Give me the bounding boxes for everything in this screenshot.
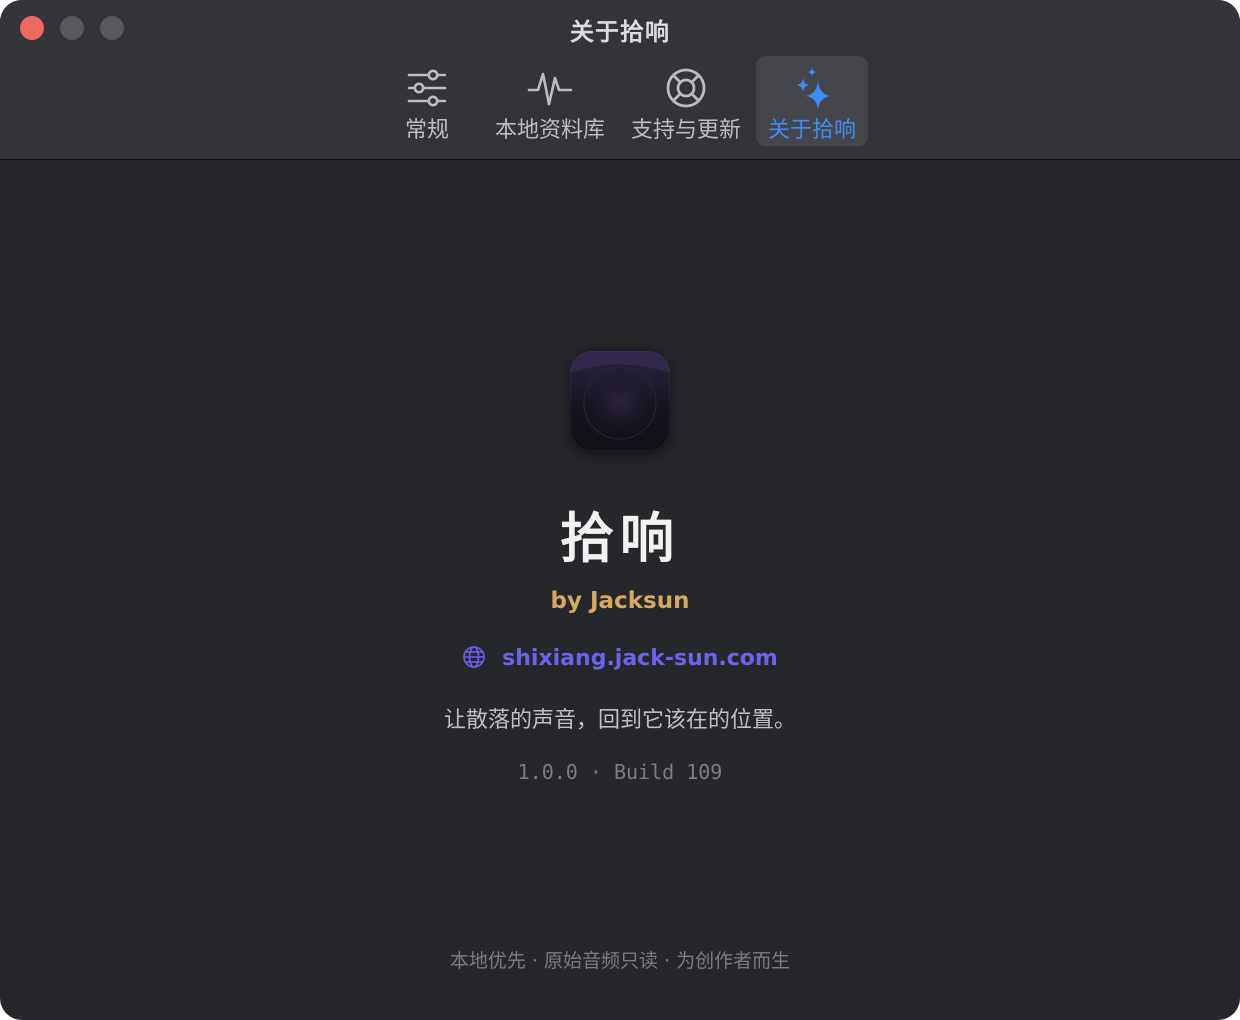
website-url[interactable]: shixiang.jack-sun.com <box>502 646 778 671</box>
tab-about[interactable]: 关于拾响 <box>756 56 868 146</box>
about-window: 关于拾响 常规 本地资料库 支持与更新 关于拾响 拾响 by Jacksun s… <box>0 0 1240 1020</box>
waveform-pulse-icon <box>527 72 573 106</box>
app-icon <box>570 351 670 451</box>
website-link[interactable]: shixiang.jack-sun.com <box>0 645 1240 671</box>
tab-support-updates-label: 支持与更新 <box>630 118 741 143</box>
app-tagline: 让散落的声音，回到它该在的位置。 <box>443 708 796 733</box>
author-byline: by Jacksun <box>550 588 690 614</box>
tab-about-label: 关于拾响 <box>767 118 856 143</box>
globe-icon <box>463 646 485 668</box>
window-titlebar: 关于拾响 常规 本地资料库 支持与更新 关于拾响 <box>0 0 1240 160</box>
lifebuoy-icon <box>666 68 706 108</box>
sparkles-icon <box>797 67 830 110</box>
app-name: 拾响 <box>560 507 680 570</box>
tab-general-label: 常规 <box>404 118 449 143</box>
footer-motto: 本地优先 · 原始音频只读 · 为创作者而生 <box>449 950 791 972</box>
app-waveform-logo-icon <box>570 351 670 440</box>
sliders-icon <box>407 69 447 107</box>
tab-local-library[interactable]: 本地资料库 <box>490 56 610 146</box>
tab-local-library-label: 本地资料库 <box>494 118 605 143</box>
tab-general[interactable]: 常规 <box>372 56 482 146</box>
tab-support-updates[interactable]: 支持与更新 <box>626 56 746 146</box>
window-title: 关于拾响 <box>570 18 670 46</box>
version-info: 1.0.0 · Build 109 <box>517 760 723 784</box>
